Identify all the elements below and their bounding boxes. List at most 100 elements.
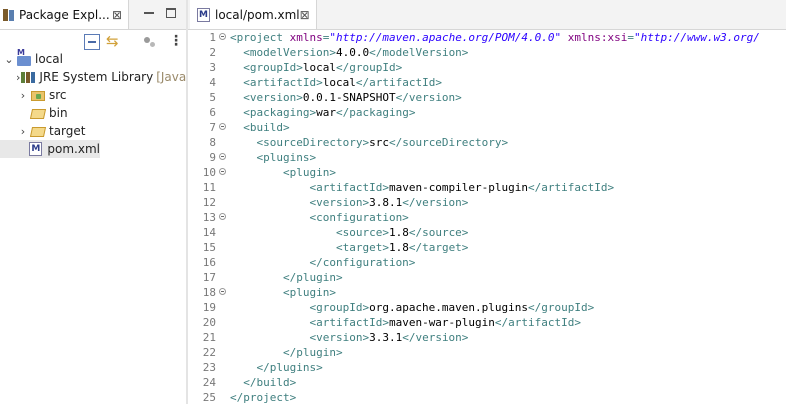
code-line[interactable]: 14 <source>1.8</source> <box>188 225 786 240</box>
code-line[interactable]: 23 </plugins> <box>188 360 786 375</box>
tree-item-target[interactable]: › target <box>0 122 186 140</box>
fold-toggle-icon[interactable] <box>218 120 228 135</box>
fold-gutter <box>218 300 228 315</box>
fold-toggle-icon[interactable] <box>218 150 228 165</box>
code-line[interactable]: 2 <modelVersion>4.0.0</modelVersion> <box>188 45 786 60</box>
code-text: </configuration> <box>228 255 415 270</box>
chevron-right-icon[interactable]: › <box>16 125 30 138</box>
line-number: 22 <box>202 346 216 359</box>
code-line[interactable]: 12 <version>3.8.1</version> <box>188 195 786 210</box>
fold-gutter <box>218 330 228 345</box>
code-line[interactable]: 25 </project> <box>188 390 786 405</box>
code-token-tag: </sourceDirectory> <box>388 136 509 149</box>
code-line[interactable]: 4 <artifactId>local</artifactId> <box>188 75 786 90</box>
code-token-tag: </configuration> <box>230 256 416 269</box>
tree-item-jre-system-library[interactable]: › JRE System Library [JavaS <box>0 68 194 86</box>
code-line[interactable]: 7 <build> <box>188 120 786 135</box>
code-token-tag: </plugin> <box>230 346 343 359</box>
code-text: <project xmlns="http://maven.apache.org/… <box>228 30 760 45</box>
line-number: 24 <box>202 376 216 389</box>
editor-tab-pom-xml[interactable]: local/pom.xml ⊠ <box>190 0 317 29</box>
tree-item-label: local <box>35 52 63 66</box>
code-text: <build> <box>228 120 289 135</box>
code-token-tag: <configuration> <box>230 211 409 224</box>
code-token-tag: <version> <box>230 196 370 209</box>
collapse-all-icon[interactable] <box>84 34 100 50</box>
maven-pom-file-icon <box>196 7 212 22</box>
maximize-icon[interactable] <box>164 6 178 20</box>
fold-toggle-icon[interactable] <box>218 165 228 180</box>
view-menu-icon[interactable] <box>164 33 183 50</box>
fold-gutter <box>218 135 228 150</box>
code-line[interactable]: 16 </configuration> <box>188 255 786 270</box>
code-line[interactable]: 18 <plugin> <box>188 285 786 300</box>
fold-toggle-icon[interactable] <box>218 285 228 300</box>
tree-item-label: JRE System Library <box>39 70 154 84</box>
code-line[interactable]: 22 </plugin> <box>188 345 786 360</box>
library-icon <box>20 70 36 84</box>
link-with-editor-icon[interactable] <box>106 32 122 50</box>
tree-item-bin[interactable]: bin <box>0 104 186 122</box>
code-line[interactable]: 6 <packaging>war</packaging> <box>188 105 786 120</box>
minimize-icon[interactable] <box>142 6 156 20</box>
chevron-right-icon[interactable]: › <box>16 89 30 102</box>
code-text: <version>0.0.1-SNAPSHOT</version> <box>228 90 462 105</box>
code-text: <groupId>org.apache.maven.plugins</group… <box>228 300 594 315</box>
line-number: 12 <box>202 196 216 209</box>
code-token-tag: <plugins> <box>230 151 317 164</box>
code-token-tag: <sourceDirectory> <box>230 136 370 149</box>
code-token-tag: <plugin> <box>230 166 336 179</box>
code-line[interactable]: 9 <plugins> <box>188 150 786 165</box>
code-line[interactable]: 5 <version>0.0.1-SNAPSHOT</version> <box>188 90 786 105</box>
code-line[interactable]: 19 <groupId>org.apache.maven.plugins</gr… <box>188 300 786 315</box>
code-token-tag: <target> <box>230 241 389 254</box>
line-number: 18 <box>202 286 216 299</box>
code-line[interactable]: 17 </plugin> <box>188 270 786 285</box>
code-line[interactable]: 20 <artifactId>maven-war-plugin</artifac… <box>188 315 786 330</box>
code-text: </plugins> <box>228 360 322 375</box>
package-explorer-title: Package Expl... <box>19 7 110 22</box>
fold-gutter <box>218 360 228 375</box>
fold-toggle-icon[interactable] <box>218 210 228 225</box>
code-line[interactable]: 1 <project xmlns="http://maven.apache.org… <box>188 30 786 45</box>
line-number: 23 <box>202 361 216 374</box>
code-token-txt: local <box>302 61 336 74</box>
xml-editor: local/pom.xml ⊠ 1 <project xmlns="http://… <box>188 0 786 404</box>
code-token-tag: </artifactId> <box>528 181 615 194</box>
fold-toggle-icon[interactable] <box>218 30 228 45</box>
code-line[interactable]: 8 <sourceDirectory>src</sourceDirectory> <box>188 135 786 150</box>
code-area[interactable]: 1 <project xmlns="http://maven.apache.org… <box>188 30 786 404</box>
line-number: 1 <box>209 31 216 44</box>
line-number: 10 <box>202 166 216 179</box>
focus-on-active-task-icon[interactable] <box>142 34 158 50</box>
code-token-attr: xmlns <box>289 31 323 44</box>
code-line[interactable]: 13 <configuration> <box>188 210 786 225</box>
code-token-tag: </version> <box>402 196 469 209</box>
fold-gutter <box>218 90 228 105</box>
code-token-txt: 1.8 <box>388 226 409 239</box>
code-token-tag: </target> <box>408 241 469 254</box>
code-token-tag <box>561 31 568 44</box>
maven-pom-file-icon <box>28 142 44 156</box>
close-tab-icon[interactable]: ⊠ <box>300 8 310 22</box>
close-tab-icon[interactable]: ⊠ <box>112 8 122 22</box>
code-line[interactable]: 11 <artifactId>maven-compiler-plugin</ar… <box>188 180 786 195</box>
code-token-str: "http://www.w3.org/ <box>634 31 760 44</box>
folder-icon <box>30 106 46 120</box>
tree-item-local[interactable]: ⌄ local <box>0 48 186 68</box>
line-number: 4 <box>209 76 216 89</box>
code-token-tag: <artifactId> <box>230 316 389 329</box>
code-line[interactable]: 15 <target>1.8</target> <box>188 240 786 255</box>
fold-gutter <box>218 60 228 75</box>
chevron-down-icon[interactable]: ⌄ <box>2 53 16 66</box>
code-line[interactable]: 24 </build> <box>188 375 786 390</box>
line-number: 17 <box>202 271 216 284</box>
tree-item-pom-xml[interactable]: pom.xml <box>0 140 100 158</box>
code-line[interactable]: 21 <version>3.3.1</version> <box>188 330 786 345</box>
package-explorer-tab[interactable]: Package Expl... ⊠ <box>0 0 129 29</box>
code-line[interactable]: 10 <plugin> <box>188 165 786 180</box>
line-number: 3 <box>209 61 216 74</box>
tree-item-src[interactable]: › src <box>0 86 186 104</box>
code-token-tag: </source> <box>408 226 469 239</box>
code-line[interactable]: 3 <groupId>local</groupId> <box>188 60 786 75</box>
